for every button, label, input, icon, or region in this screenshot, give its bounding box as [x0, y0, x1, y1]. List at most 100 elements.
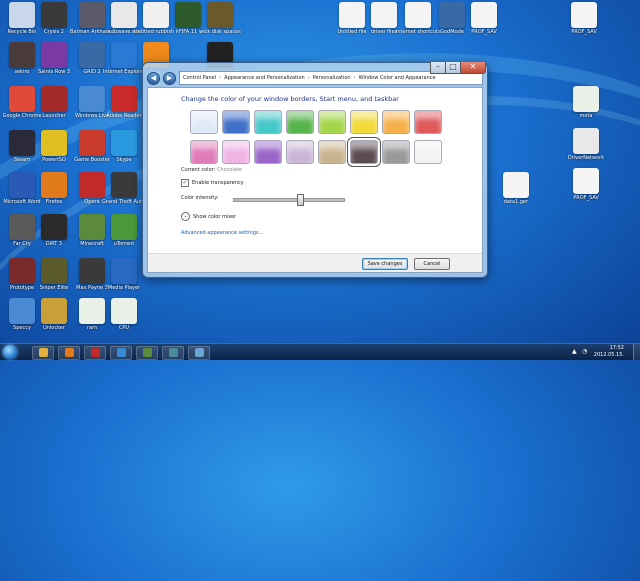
app-icon [41, 2, 67, 28]
clock-time: 17:52 [609, 345, 624, 351]
color-swatch[interactable] [382, 110, 410, 134]
desktop-icon[interactable]: Adobe Reader [102, 86, 146, 119]
desktop-icon-label: wick disk spaces [199, 29, 241, 35]
taskbar: ▲ ◔ 17:52 2012.05.15. [0, 343, 640, 360]
show-color-mixer[interactable]: ⌄ Show color mixer [181, 212, 236, 221]
control-panel-icon [194, 348, 204, 357]
breadcrumb-item[interactable]: Personalization [313, 72, 351, 84]
breadcrumb-item[interactable]: Appearance and Personalization [224, 72, 305, 84]
media-icon [116, 348, 126, 357]
desktop-icon[interactable]: DriverNetwork [564, 128, 608, 161]
app-icon [207, 2, 233, 28]
color-swatch[interactable] [254, 110, 282, 134]
desktop-icon-label: PROF_SAV [571, 29, 597, 35]
color-swatch[interactable] [286, 110, 314, 134]
page-title: Change the color of your window borders,… [181, 95, 399, 103]
desktop-icon-label: CPU [118, 325, 130, 331]
desktop-icon-label: Skype [116, 157, 132, 163]
desktop-icon[interactable]: uTorrent [102, 214, 146, 247]
content-pane: Change the color of your window borders,… [147, 87, 483, 273]
app-icon [41, 172, 67, 198]
color-swatch[interactable] [190, 110, 218, 134]
color-swatch[interactable] [318, 110, 346, 134]
network-icon[interactable]: ▲ [572, 348, 577, 355]
current-color-value: Chocolate [216, 167, 242, 173]
transparency-label: Enable transparency [192, 180, 244, 186]
desktop-icon-label: DriverNetwork [567, 155, 605, 161]
taskbar-control-panel-button[interactable] [188, 346, 210, 360]
desktop-icon[interactable]: Skype [102, 130, 146, 163]
desktop-icon-label: meta [579, 113, 593, 119]
checkbox-icon[interactable]: ✓ [181, 179, 189, 187]
forward-icon[interactable]: ▶ [163, 71, 176, 85]
intensity-slider-track[interactable] [233, 198, 345, 202]
breadcrumb-item[interactable]: Control Panel [183, 72, 216, 84]
mixer-label: Show color mixer [193, 213, 237, 220]
color-swatch[interactable] [414, 110, 442, 134]
desktop-icon[interactable]: data1.ger [494, 172, 538, 205]
desktop-icon[interactable]: Media Player [102, 258, 146, 291]
transparency-checkbox[interactable]: ✓ Enable transparency [181, 179, 244, 187]
maximize-button[interactable]: □ [445, 62, 461, 74]
color-swatch[interactable] [222, 140, 250, 164]
app-icon [405, 2, 431, 28]
taskbar-firefox-button[interactable] [58, 346, 80, 360]
start-button[interactable] [3, 345, 17, 359]
current-color-label: Current color: [181, 167, 216, 173]
app-icon [41, 42, 67, 68]
desktop-icon[interactable]: wick disk spaces [198, 2, 242, 35]
color-swatch[interactable] [254, 140, 282, 164]
taskbar-explorer-button[interactable] [32, 346, 54, 360]
desktop-icon[interactable]: meta [564, 86, 608, 119]
chevron-down-icon[interactable]: ⌄ [181, 212, 190, 221]
close-button[interactable]: ✕ [460, 62, 486, 74]
app-icon [41, 258, 67, 284]
desktop-icon-label: uTorrent [113, 241, 135, 247]
app-icon [573, 128, 599, 154]
back-icon[interactable]: ◀ [147, 71, 160, 85]
color-swatch[interactable] [190, 140, 218, 164]
app-icon [41, 86, 67, 112]
mycloud-icon [90, 348, 100, 357]
color-swatch[interactable] [382, 140, 410, 164]
app-icon [111, 130, 137, 156]
color-swatch[interactable] [350, 110, 378, 134]
app-icon [41, 298, 67, 324]
desktop-icon[interactable]: Grand Theft Auto IV [102, 172, 146, 205]
minimize-button[interactable]: – [430, 62, 446, 74]
desktop-icon[interactable]: PROF_SAV [564, 168, 608, 201]
show-desktop-button[interactable] [633, 344, 640, 360]
taskbar-minecraft-button[interactable] [136, 346, 158, 360]
color-swatch[interactable] [414, 140, 442, 164]
color-swatch[interactable] [286, 140, 314, 164]
breadcrumb-item[interactable]: Window Color and Appearance [359, 72, 436, 84]
color-swatch[interactable] [318, 140, 346, 164]
app-icon [471, 2, 497, 28]
desktop-icon-label: data1.ger [503, 199, 529, 205]
advanced-appearance-link[interactable]: Advanced appearance settings... [181, 230, 263, 236]
save-changes-button[interactable]: Save changes [362, 258, 408, 270]
desktop-icon[interactable]: PROF_SAV [462, 2, 506, 35]
app-icon [111, 214, 137, 240]
cancel-button[interactable]: Cancel [414, 258, 450, 270]
firefox-icon [64, 348, 74, 357]
intensity-label: Color intensity: [181, 195, 219, 201]
desktop-icon[interactable]: PROF_SAV [562, 2, 606, 35]
volume-icon[interactable]: ◔ [582, 348, 587, 355]
app-icon [371, 2, 397, 28]
color-swatch[interactable] [222, 110, 250, 134]
taskbar-mycloud-button[interactable] [84, 346, 106, 360]
clock[interactable]: 17:52 2012.05.15. [594, 345, 624, 359]
minecraft-icon [142, 348, 152, 357]
desktop-icon[interactable]: CPU [102, 298, 146, 331]
explorer-icon [38, 348, 48, 357]
app-icon [111, 172, 137, 198]
taskbar-grid-button[interactable] [162, 346, 184, 360]
window-color-and-appearance-window: ◀ ▶ Control Panel › Appearance and Person… [142, 62, 488, 278]
grid-icon [168, 348, 178, 357]
color-swatch[interactable] [347, 137, 381, 167]
intensity-slider-thumb[interactable] [297, 194, 304, 206]
desktop-icon-label: Grand Theft Auto IV [102, 199, 146, 205]
taskbar-media-button[interactable] [110, 346, 132, 360]
app-icon [571, 2, 597, 28]
